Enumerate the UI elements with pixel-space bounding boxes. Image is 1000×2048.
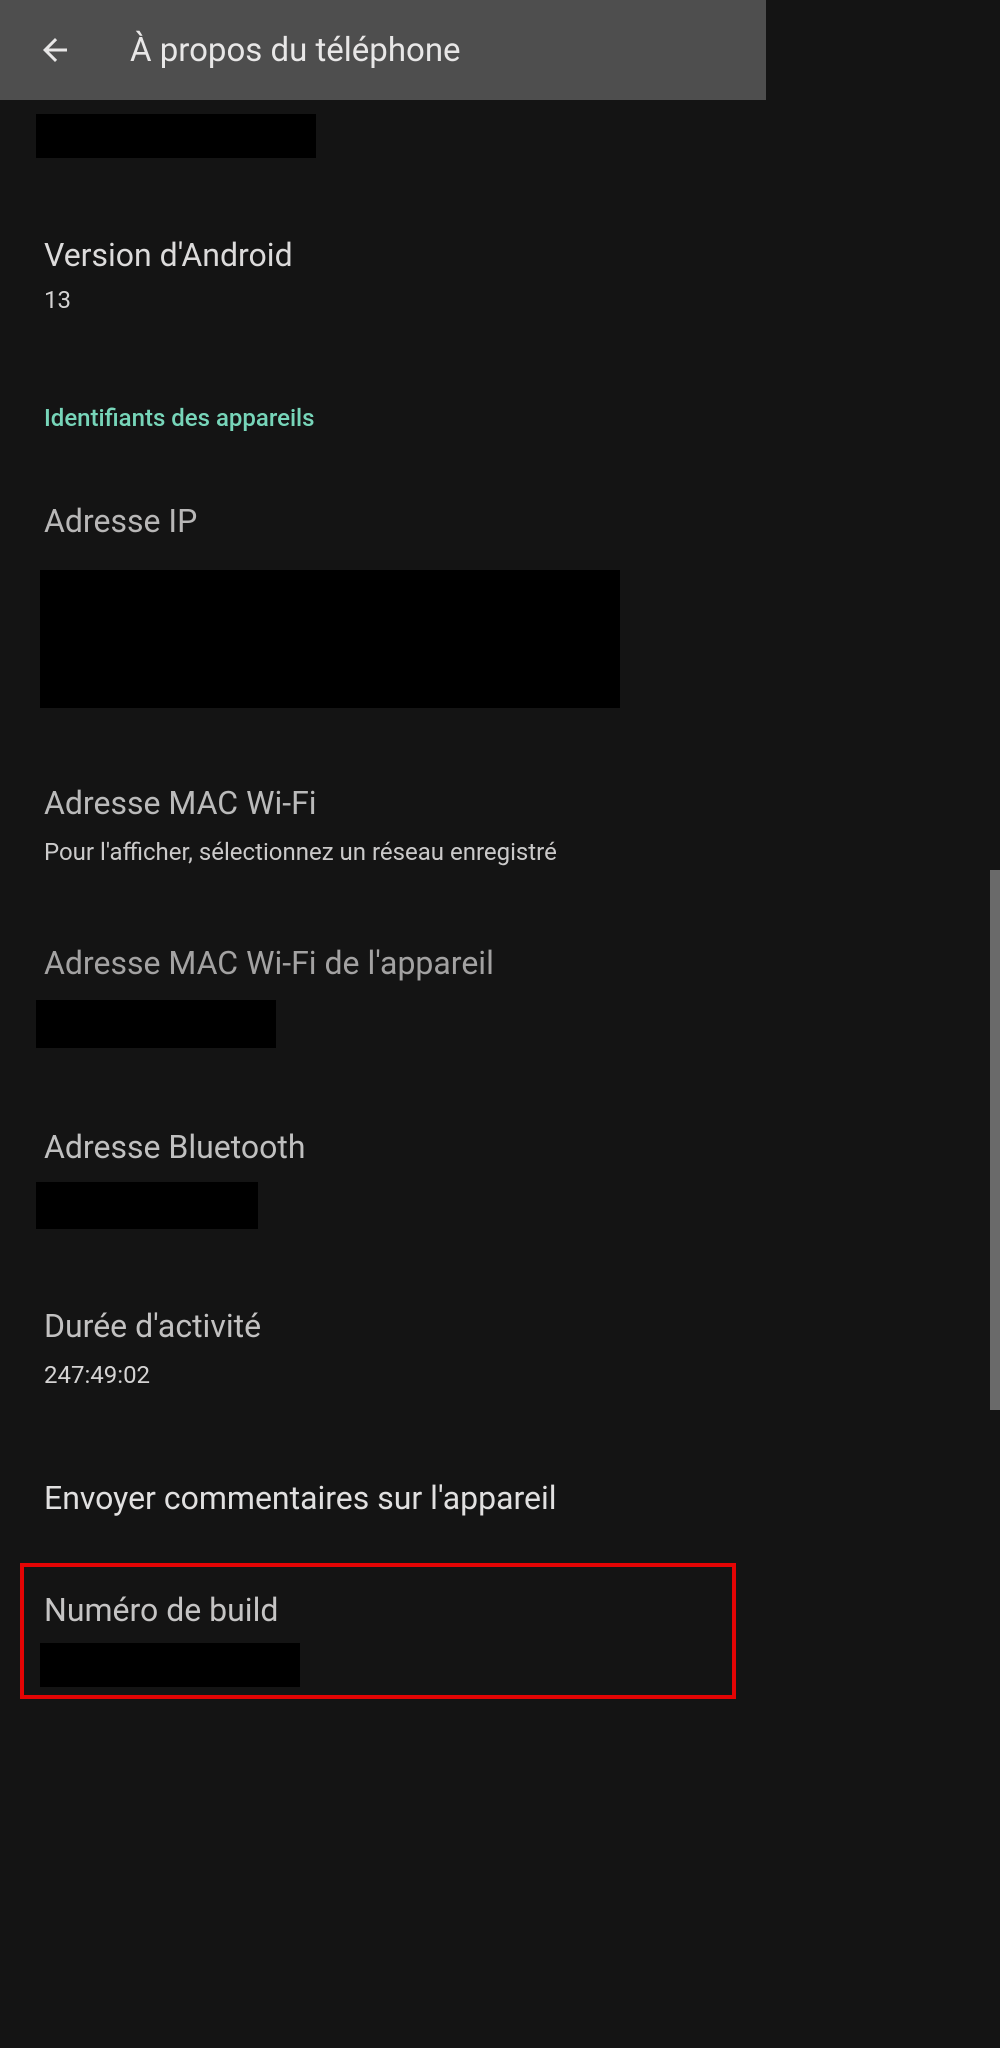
mac-wifi-device-title: Adresse MAC Wi-Fi de l'appareil	[44, 944, 722, 982]
android-version-item[interactable]: Version d'Android 13	[44, 236, 722, 314]
mac-wifi-device-item[interactable]: Adresse MAC Wi-Fi de l'appareil	[44, 944, 722, 1048]
header-bar: À propos du téléphone	[0, 0, 766, 100]
bluetooth-item[interactable]: Adresse Bluetooth	[44, 1128, 722, 1229]
mac-wifi-title: Adresse MAC Wi-Fi	[44, 784, 722, 822]
activity-duration-item[interactable]: Durée d'activité 247:49:02	[44, 1307, 722, 1389]
android-version-value: 13	[44, 286, 722, 314]
build-number-title: Numéro de build	[44, 1591, 712, 1629]
redacted-value	[40, 570, 620, 708]
build-number-item[interactable]: Numéro de build	[20, 1563, 736, 1699]
activity-duration-value: 247:49:02	[44, 1361, 722, 1389]
page-title: À propos du téléphone	[130, 31, 461, 70]
activity-duration-title: Durée d'activité	[44, 1307, 722, 1345]
redacted-value	[36, 1182, 258, 1229]
content-area: Version d'Android 13 Identifiants des ap…	[0, 114, 766, 1699]
mac-wifi-subtitle: Pour l'afficher, sélectionnez un réseau …	[44, 838, 722, 866]
redacted-value	[40, 1643, 300, 1687]
bluetooth-title: Adresse Bluetooth	[44, 1128, 722, 1166]
redacted-value	[36, 114, 316, 158]
device-ids-section-header: Identifiants des appareils	[44, 404, 722, 432]
arrow-back-icon	[37, 32, 73, 68]
send-feedback-item[interactable]: Envoyer commentaires sur l'appareil	[44, 1479, 722, 1517]
mac-wifi-item[interactable]: Adresse MAC Wi-Fi Pour l'afficher, sélec…	[44, 784, 722, 866]
back-button[interactable]	[30, 25, 80, 75]
scrollbar[interactable]	[990, 870, 1000, 1410]
android-version-title: Version d'Android	[44, 236, 722, 274]
send-feedback-title: Envoyer commentaires sur l'appareil	[44, 1479, 722, 1517]
redacted-value	[36, 1000, 276, 1048]
ip-address-item[interactable]: Adresse IP	[44, 502, 722, 708]
ip-address-title: Adresse IP	[44, 502, 722, 540]
